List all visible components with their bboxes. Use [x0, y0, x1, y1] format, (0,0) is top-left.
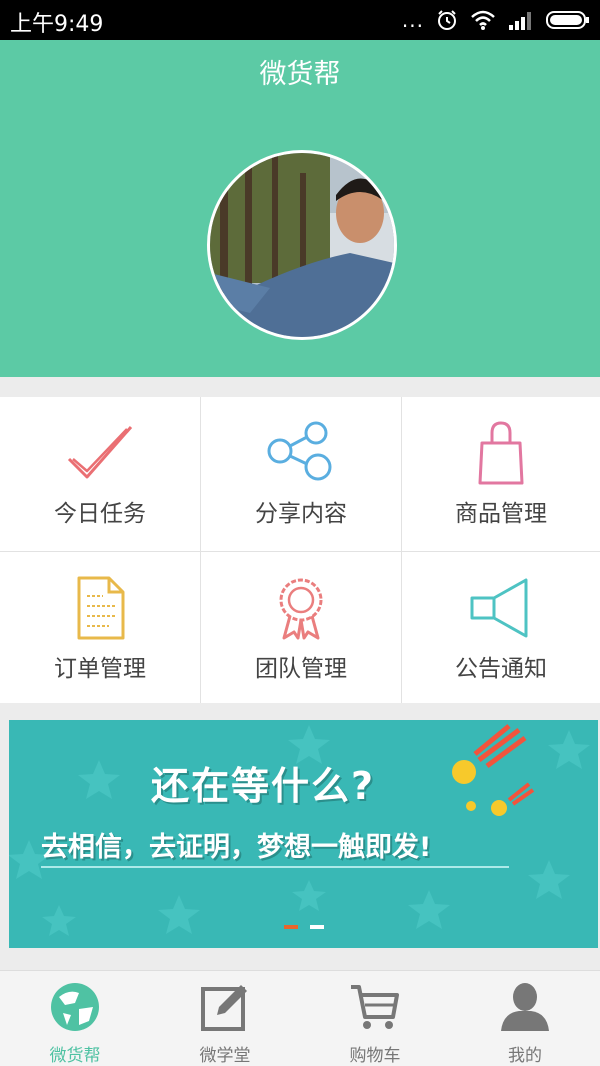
grid-item-label: 团队管理 — [255, 656, 347, 682]
grid-item-today-tasks[interactable]: 今日任务 — [0, 397, 201, 552]
status-time: 上午9:49 — [10, 12, 104, 37]
grid-item-product-management[interactable]: 商品管理 — [402, 397, 600, 552]
cart-icon — [351, 985, 399, 1029]
banner-divider — [41, 866, 509, 868]
status-icons: ... — [402, 8, 590, 32]
wifi-icon — [471, 10, 495, 30]
grid-item-label: 订单管理 — [54, 656, 146, 682]
page-dot-1[interactable] — [283, 925, 298, 929]
grid-item-announcements[interactable]: 公告通知 — [402, 552, 600, 703]
award-badge-icon — [279, 578, 323, 640]
battery-icon — [546, 11, 589, 29]
grid-item-label: 今日任务 — [54, 501, 146, 527]
grid-item-label: 分享内容 — [255, 501, 347, 527]
share-icon — [267, 421, 332, 481]
meteor-icon — [452, 724, 535, 816]
document-icon — [77, 576, 125, 640]
signal-icon — [509, 12, 531, 30]
grid-item-team-management[interactable]: 团队管理 — [201, 552, 402, 703]
globe-icon — [51, 983, 99, 1031]
grid-item-order-management[interactable]: 订单管理 — [0, 552, 201, 703]
tab-label: 购物车 — [349, 1046, 401, 1066]
page-dot-2[interactable] — [309, 925, 324, 929]
checkmark-icon — [67, 426, 133, 479]
tab-label: 微货帮 — [49, 1046, 101, 1066]
user-icon — [501, 983, 549, 1031]
shopping-bag-icon — [478, 421, 524, 485]
alarm-icon — [438, 10, 456, 30]
promo-banner[interactable]: 还在等什么? 去相信，去证明，梦想一触即发! — [9, 720, 598, 948]
avatar-photo — [210, 153, 394, 337]
banner-page-indicator — [9, 925, 598, 929]
tab-home[interactable]: 微货帮 — [0, 971, 150, 1066]
grid-item-share-content[interactable]: 分享内容 — [201, 397, 402, 552]
grid-item-label: 公告通知 — [455, 656, 547, 682]
tab-cart[interactable]: 购物车 — [300, 971, 450, 1066]
avatar[interactable] — [207, 150, 397, 340]
edit-icon — [201, 985, 247, 1031]
status-bar: 上午9:49 ... — [0, 0, 600, 40]
tab-label: 我的 — [508, 1046, 542, 1066]
banner-subheadline: 去相信，去证明，梦想一触即发! — [41, 832, 432, 863]
more-notifications-icon: ... — [401, 8, 424, 32]
page-title: 微货帮 — [259, 59, 341, 90]
megaphone-icon — [470, 578, 528, 638]
function-grid: 今日任务 分享内容 商品管理 订单管理 团队管理 公告通知 — [0, 397, 600, 703]
tab-mine[interactable]: 我的 — [450, 971, 600, 1066]
bottom-tab-bar: 微货帮 微学堂 购物车 我的 — [0, 970, 600, 1066]
banner-headline: 还在等什么? — [151, 764, 376, 808]
tab-academy[interactable]: 微学堂 — [150, 971, 300, 1066]
profile-header: 微货帮 — [0, 40, 600, 377]
tab-label: 微学堂 — [199, 1046, 251, 1066]
grid-item-label: 商品管理 — [455, 501, 547, 527]
